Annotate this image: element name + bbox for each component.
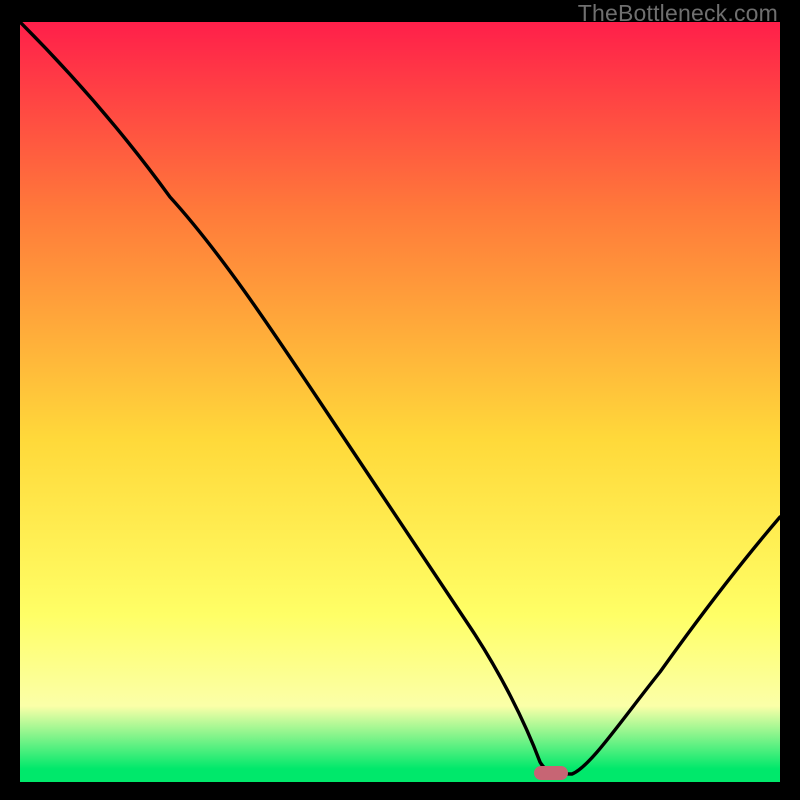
chart-frame [20, 22, 780, 782]
optimal-point-marker [534, 766, 568, 780]
gradient-background [20, 22, 780, 782]
bottleneck-chart [20, 22, 780, 782]
